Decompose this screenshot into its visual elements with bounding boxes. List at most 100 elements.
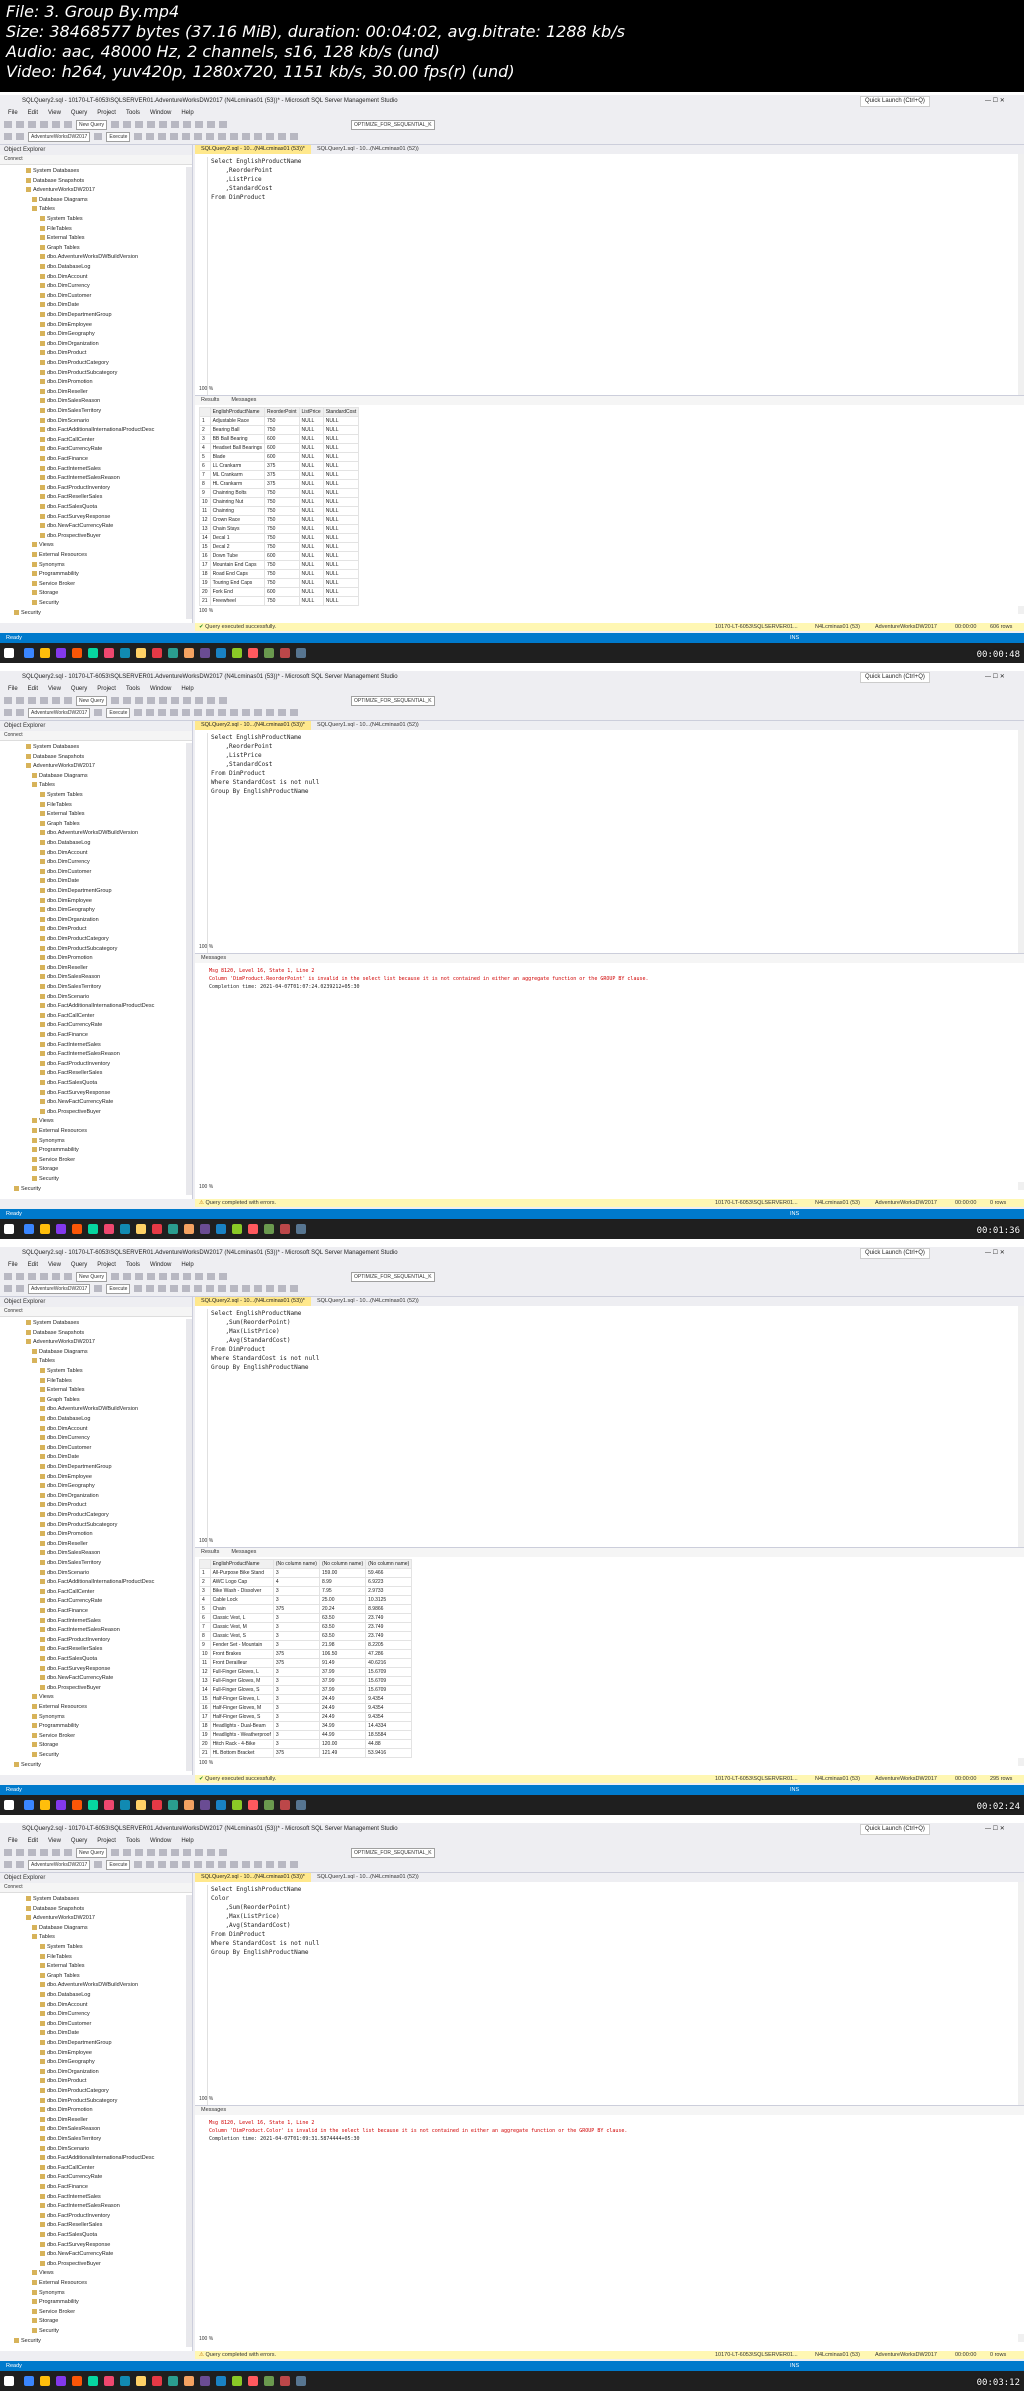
grid-cell[interactable]: 750 xyxy=(264,515,300,525)
tree-node[interactable]: dbo.FactProductInventory xyxy=(40,2212,110,2221)
toolbar-icon[interactable] xyxy=(16,1861,24,1868)
toolbar-icon[interactable] xyxy=(219,1273,228,1280)
toolbar-icon[interactable] xyxy=(4,121,12,128)
taskbar-app-icon[interactable] xyxy=(248,2376,258,2386)
zoom-level[interactable]: 100 % xyxy=(195,2335,213,2343)
table-row[interactable]: 14 Full-Finger Gloves, S 3 37.99 15.6709 xyxy=(199,1685,413,1695)
tree-node[interactable]: dbo.NewFactCurrencyRate xyxy=(40,1098,113,1107)
toolbar-icon[interactable] xyxy=(28,121,36,128)
tree-node[interactable]: dbo.FactSurveyResponse xyxy=(40,1089,110,1098)
tree-node[interactable]: dbo.FactSurveyResponse xyxy=(40,2241,110,2250)
toolbar-icon[interactable] xyxy=(4,1273,12,1280)
tree-node[interactable]: dbo.FactFinance xyxy=(40,1031,88,1040)
tree-node[interactable]: FileTables xyxy=(40,801,72,810)
taskbar-app-icon[interactable] xyxy=(264,648,274,658)
tree-node[interactable]: External Tables xyxy=(40,1962,85,1971)
toolbar-icon[interactable] xyxy=(183,1849,192,1856)
grid-cell[interactable]: NULL xyxy=(298,524,324,534)
grid-cell[interactable]: 375 xyxy=(272,1748,320,1758)
grid-cell[interactable]: 120.00 xyxy=(318,1739,367,1749)
grid-cell[interactable]: Full-Finger Gloves, L xyxy=(209,1667,274,1677)
toolbar-icon[interactable] xyxy=(195,1849,204,1856)
tree-node[interactable]: Database Diagrams xyxy=(32,1924,88,1933)
grid-cell[interactable]: NULL xyxy=(298,479,324,489)
tree-node[interactable]: dbo.FactResellerSales xyxy=(40,1645,102,1654)
grid-cell[interactable]: 9.4354 xyxy=(365,1703,413,1713)
menu-item-file[interactable]: File xyxy=(8,1838,18,1844)
tree-node[interactable]: dbo.DimSalesTerritory xyxy=(40,983,101,992)
toolbar-icon[interactable] xyxy=(16,121,24,128)
grid-cell[interactable]: NULL xyxy=(322,452,360,462)
tree-node[interactable]: dbo.FactAdditionalInternationalProductDe… xyxy=(40,1578,154,1587)
grid-cell[interactable]: Decal 1 xyxy=(209,533,266,543)
grid-cell[interactable]: 750 xyxy=(264,524,300,534)
toolbar-icon[interactable] xyxy=(242,709,251,716)
grid-cell[interactable]: Freewheel xyxy=(209,596,266,606)
toolbar-icon[interactable] xyxy=(183,1273,192,1280)
tree-node[interactable]: dbo.DimScenario xyxy=(40,2145,89,2154)
tab-messages[interactable]: Messages xyxy=(225,397,262,403)
tab-sqlquery1[interactable]: SQLQuery1.sql - 10...(N4Lcminas01 (52)) xyxy=(311,721,425,730)
grid-cell[interactable]: Hitch Rack - 4-Bike xyxy=(209,1739,274,1749)
toolbar-icon[interactable] xyxy=(170,1285,179,1292)
menu-item-help[interactable]: Help xyxy=(181,686,193,692)
toolbar-icon[interactable] xyxy=(16,697,24,704)
taskbar-app-icon[interactable] xyxy=(184,2376,194,2386)
tree-node[interactable]: dbo.DimOrganization xyxy=(40,916,99,925)
toolbar-icon[interactable] xyxy=(4,697,12,704)
grid-cell[interactable]: 40.6216 xyxy=(365,1658,413,1668)
grid-cell[interactable]: NULL xyxy=(322,542,360,552)
toolbar-icon[interactable] xyxy=(207,1273,216,1280)
toolbar-icon[interactable] xyxy=(64,697,72,704)
taskbar-app-icon[interactable] xyxy=(104,1800,114,1810)
tree-node[interactable]: dbo.FactInternetSales xyxy=(40,1617,101,1626)
toolbar-icon[interactable] xyxy=(194,133,203,140)
tree-node[interactable]: dbo.DimDepartmentGroup xyxy=(40,311,112,320)
grid-cell[interactable]: NULL xyxy=(322,551,360,561)
database-select[interactable]: AdventureWorksDW2017 xyxy=(28,1283,91,1294)
grid-cell[interactable]: 91.49 xyxy=(318,1658,367,1668)
toolbar-icon[interactable] xyxy=(170,133,179,140)
grid-cell[interactable]: 375 xyxy=(264,479,300,489)
tree-node[interactable]: System Databases xyxy=(26,1895,79,1904)
tree-node[interactable]: dbo.DimPromotion xyxy=(40,1530,93,1539)
taskbar-app-icon[interactable] xyxy=(72,1224,82,1234)
tree-node[interactable]: dbo.FactFinance xyxy=(40,1607,88,1616)
grid-cell[interactable]: NULL xyxy=(322,524,360,534)
execute-button[interactable]: Execute xyxy=(106,707,131,718)
grid-cell[interactable]: Half-Finger Gloves, M xyxy=(209,1703,274,1713)
taskbar-app-icon[interactable] xyxy=(56,648,66,658)
tree-node[interactable]: dbo.DimAccount xyxy=(40,849,87,858)
toolbar-icon[interactable] xyxy=(290,133,299,140)
tree-node[interactable]: Service Broker xyxy=(32,1156,75,1165)
taskbar-app-icon[interactable] xyxy=(104,1224,114,1234)
table-row[interactable]: 2 Bearing Ball 750 NULL NULL xyxy=(199,425,360,435)
new-query-button[interactable]: New Query xyxy=(76,695,108,706)
grid-cell[interactable]: Adjustable Race xyxy=(209,416,266,426)
grid-cell[interactable]: 750 xyxy=(264,569,300,579)
tree-node[interactable]: Views xyxy=(32,1117,54,1126)
toolbar-icon[interactable] xyxy=(218,709,227,716)
toolbar-icon[interactable] xyxy=(134,1861,143,1868)
toolbar-icon[interactable] xyxy=(146,1861,155,1868)
zoom-level[interactable]: 100 % xyxy=(195,943,213,951)
tree-node[interactable]: dbo.FactProductInventory xyxy=(40,1060,110,1069)
toolbar-icon[interactable] xyxy=(134,133,143,140)
toolbar-icon[interactable] xyxy=(206,1861,215,1868)
grid-cell[interactable]: 3 xyxy=(272,1568,320,1578)
tree-node[interactable]: dbo.DimOrganization xyxy=(40,2068,99,2077)
tab-results[interactable]: Results xyxy=(195,397,225,403)
grid-cell[interactable]: 3 xyxy=(272,1685,320,1695)
taskbar-app-icon[interactable] xyxy=(280,2376,290,2386)
tree-node[interactable]: dbo.NewFactCurrencyRate xyxy=(40,1674,113,1683)
menu-item-edit[interactable]: Edit xyxy=(28,110,38,116)
grid-cell[interactable]: 375 xyxy=(272,1757,320,1758)
tab-sqlquery2[interactable]: SQLQuery2.sql - 10...(N4Lcminas01 (53))* xyxy=(195,145,311,154)
grid-cell[interactable]: 750 xyxy=(264,425,300,435)
grid-cell[interactable]: HL Crankarm xyxy=(209,479,266,489)
grid-cell[interactable]: NULL xyxy=(298,551,324,561)
grid-cell[interactable]: 375 xyxy=(264,470,300,480)
taskbar-app-icon[interactable] xyxy=(56,2376,66,2386)
grid-cell[interactable]: 3 xyxy=(272,1586,320,1596)
taskbar-app-icon[interactable] xyxy=(216,2376,226,2386)
